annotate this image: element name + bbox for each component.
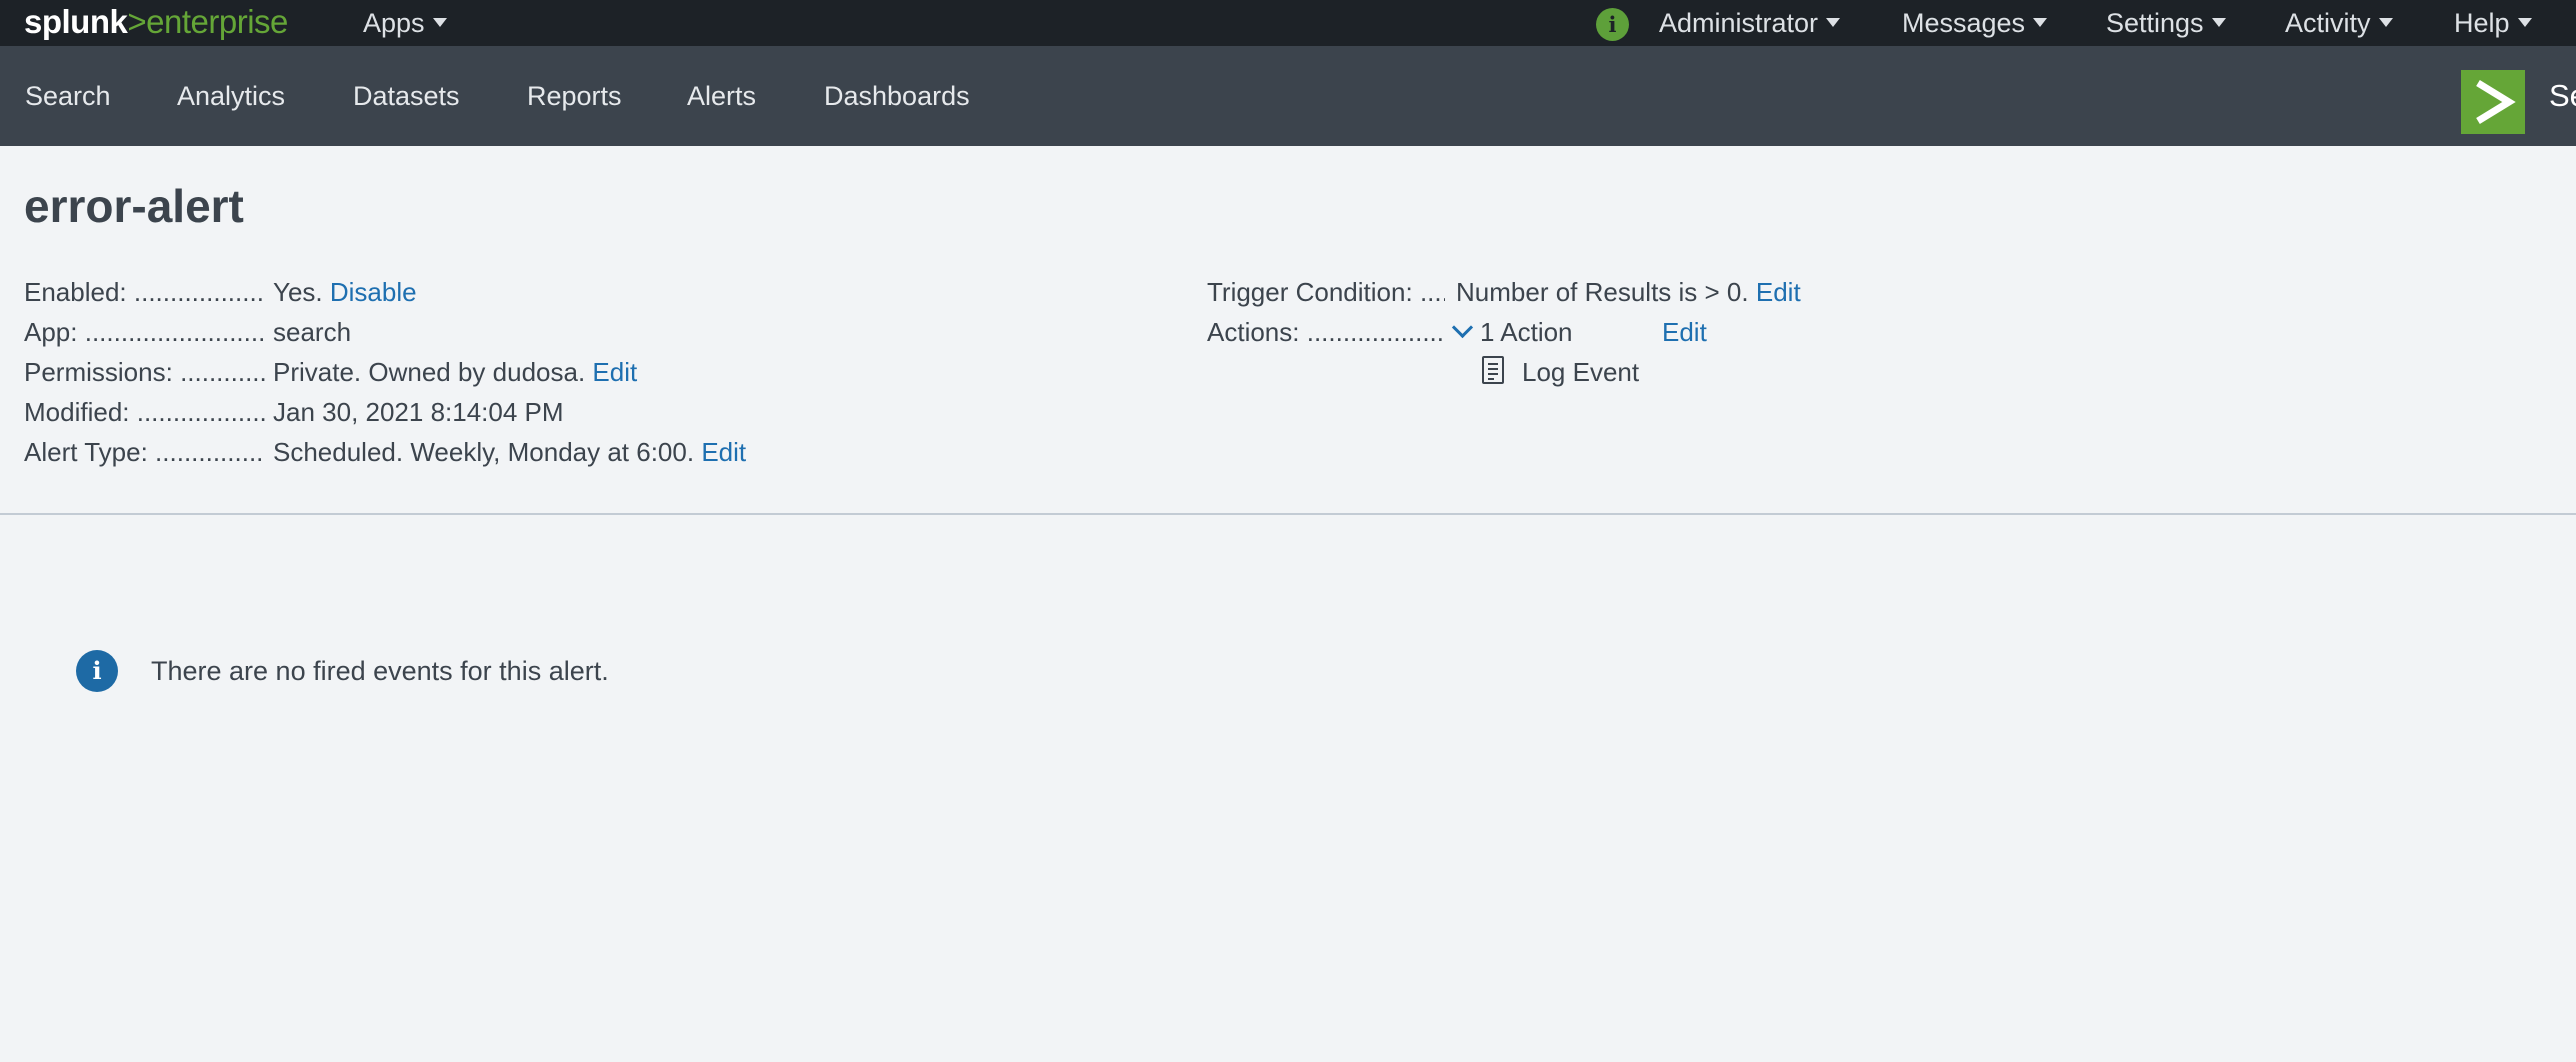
splunk-logo[interactable]: splunk>enterprise <box>24 3 288 41</box>
alert-type-edit-link[interactable]: Edit <box>701 437 746 467</box>
messages-menu[interactable]: Messages <box>1902 0 2048 46</box>
info-icon[interactable]: i <box>1596 8 1629 41</box>
app-row: App: ...................................… <box>24 317 352 347</box>
administrator-menu[interactable]: Administrator <box>1659 0 1841 46</box>
trigger-condition-label: Trigger Condition: <box>1207 277 1413 307</box>
section-divider <box>0 513 2576 515</box>
caret-down-icon <box>2211 18 2226 28</box>
permissions-value: Private. Owned by dudosa. <box>273 357 586 387</box>
permissions-row: Permissions: ...........................… <box>24 357 638 387</box>
settings-menu[interactable]: Settings <box>2106 0 2226 46</box>
actions-label: Actions: <box>1207 317 1300 347</box>
permissions-label: Permissions: <box>24 357 173 387</box>
tab-search[interactable]: Search <box>25 46 111 146</box>
tab-alerts[interactable]: Alerts <box>687 46 756 146</box>
caret-down-icon <box>2378 18 2393 28</box>
actions-edit-link[interactable]: Edit <box>1662 317 1707 347</box>
modified-value: Jan 30, 2021 8:14:04 PM <box>273 397 564 427</box>
page-title: error-alert <box>24 180 244 232</box>
trigger-edit-link[interactable]: Edit <box>1756 277 1801 307</box>
action-item-log-event: Log Event <box>1522 352 1639 392</box>
permissions-edit-link[interactable]: Edit <box>592 357 637 387</box>
caret-down-icon <box>2033 18 2048 28</box>
app-title[interactable]: Se <box>2549 46 2576 146</box>
tab-reports[interactable]: Reports <box>527 46 622 146</box>
tab-datasets[interactable]: Datasets <box>353 46 460 146</box>
app-label: App: <box>24 317 78 347</box>
alert-type-value: Scheduled. Weekly, Monday at 6:00. <box>273 437 695 467</box>
apps-menu[interactable]: Apps <box>363 0 447 46</box>
help-menu[interactable]: Help <box>2454 0 2532 46</box>
log-event-label: Log Event <box>1522 357 1640 387</box>
alert-type-row: Alert Type: ............................… <box>24 437 747 467</box>
info-icon: i <box>76 650 118 692</box>
disable-link[interactable]: Disable <box>330 277 417 307</box>
caret-down-icon <box>2517 18 2532 28</box>
actions-row: Actions: ...............................… <box>1207 312 2207 352</box>
enabled-value: Yes. <box>273 277 323 307</box>
tab-dashboards[interactable]: Dashboards <box>824 46 970 146</box>
trigger-condition-row: Trigger Condition: .....................… <box>1207 277 1801 307</box>
no-events-message: There are no fired events for this alert… <box>151 656 609 686</box>
alert-type-label: Alert Type: <box>24 437 148 467</box>
trigger-condition-value: Number of Results is > 0. <box>1456 277 1749 307</box>
actions-toggle[interactable]: 1 Action <box>1451 312 1573 352</box>
activity-menu[interactable]: Activity <box>2285 0 2393 46</box>
tab-analytics[interactable]: Analytics <box>177 46 285 146</box>
modified-label: Modified: <box>24 397 130 427</box>
app-bar: Search Analytics Datasets Reports Alerts… <box>0 46 2576 146</box>
app-value: search <box>273 317 352 347</box>
chevron-down-icon <box>1451 316 1474 339</box>
search-app-icon[interactable] <box>2461 70 2525 134</box>
enabled-row: Enabled: ...............................… <box>24 277 417 307</box>
caret-down-icon <box>432 18 447 28</box>
actions-count: 1 Action <box>1480 317 1573 347</box>
log-event-icon <box>1482 356 1504 384</box>
top-bar: splunk>enterprise Apps i Administrator M… <box>0 0 2576 46</box>
caret-down-icon <box>1826 18 1841 28</box>
modified-row: Modified: ..............................… <box>24 397 564 427</box>
enabled-label: Enabled: <box>24 277 127 307</box>
